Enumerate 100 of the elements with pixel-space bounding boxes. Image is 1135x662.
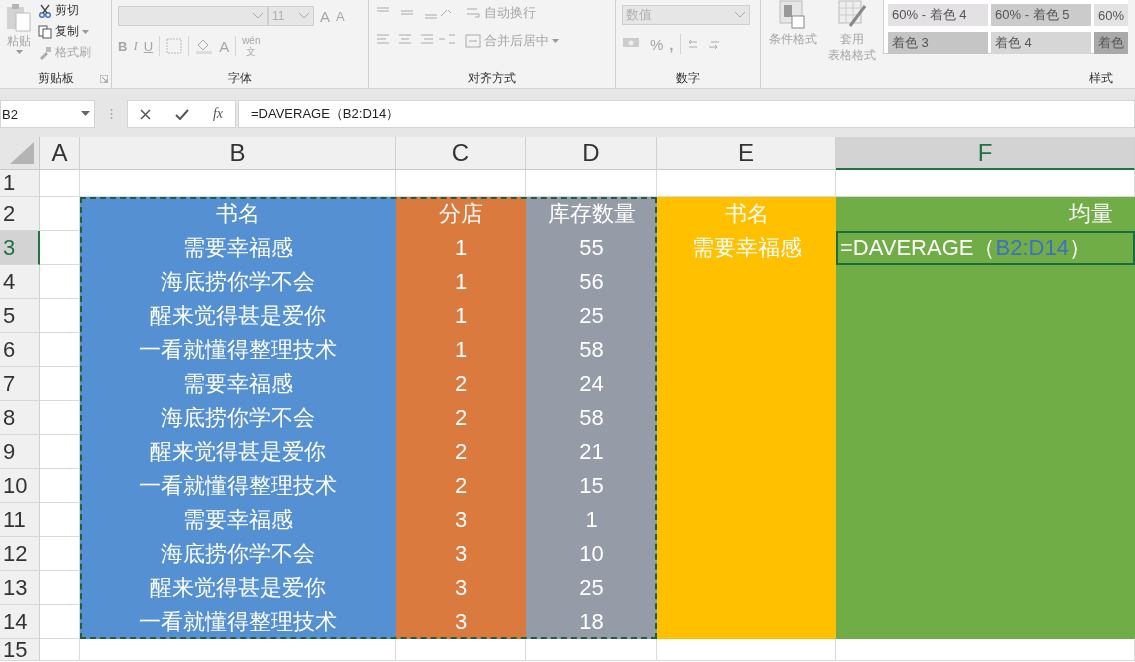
- column-header[interactable]: A: [40, 137, 80, 170]
- brush-icon: [38, 45, 52, 60]
- merge-cells-icon: [465, 34, 481, 48]
- column-header[interactable]: C: [396, 137, 526, 170]
- table-cell: 10: [526, 537, 657, 571]
- enter-icon[interactable]: [174, 108, 189, 120]
- table-cell: 1: [396, 333, 526, 367]
- column-header[interactable]: E: [657, 137, 836, 170]
- row-header[interactable]: 13: [0, 571, 40, 605]
- table-cell: 1: [396, 265, 526, 299]
- table-cell: 醒来觉得甚是爱你: [80, 299, 396, 333]
- table-cell: 一看就懂得整理技术: [80, 333, 396, 367]
- table-cell: 3: [396, 605, 526, 639]
- row-header[interactable]: 12: [0, 537, 40, 571]
- table-cell: 均量: [836, 197, 1135, 231]
- row-header[interactable]: 15: [0, 639, 40, 661]
- group-label: 数字: [675, 69, 701, 87]
- caret-icon: [81, 111, 90, 117]
- table-cell: 需要幸福感: [80, 503, 396, 537]
- group-label: 字体: [227, 69, 253, 87]
- table-cell: 1: [526, 503, 657, 537]
- table-cell: 书名: [657, 197, 836, 231]
- row-header[interactable]: 4: [0, 265, 40, 299]
- table-cell: 58: [526, 333, 657, 367]
- table-cell: 3: [396, 537, 526, 571]
- table-cell: 一看就懂得整理技术: [80, 469, 396, 503]
- group-label: 对齐方式: [467, 69, 517, 87]
- table-cell: 醒来觉得甚是爱你: [80, 435, 396, 469]
- table-cell: 2: [396, 469, 526, 503]
- row-header[interactable]: 1: [0, 170, 40, 197]
- cell-style-swatch[interactable]: 着色 3: [888, 32, 988, 54]
- name-box[interactable]: B2: [0, 100, 95, 128]
- table-cell: 一看就懂得整理技术: [80, 605, 396, 639]
- row-header[interactable]: 3: [0, 231, 40, 265]
- cell-style-swatch[interactable]: 60% - 着色 5: [991, 4, 1091, 26]
- grid-cell: [40, 639, 80, 661]
- chevron-down-icon: [298, 12, 310, 20]
- table-cell: 18: [526, 605, 657, 639]
- formula-field[interactable]: =DAVERAGE（B2:D14）: [238, 100, 1135, 128]
- table-cell: 21: [526, 435, 657, 469]
- cell-style-swatch[interactable]: 60% - 着色 4: [888, 4, 988, 26]
- row-header[interactable]: 11: [0, 503, 40, 537]
- caret-icon: [552, 39, 559, 43]
- table-cell: 需要幸福感: [80, 231, 396, 265]
- row-header[interactable]: 10: [0, 469, 40, 503]
- cell-style-swatch[interactable]: 60%: [1094, 4, 1129, 26]
- table-cell: 2: [396, 435, 526, 469]
- grid-cell: [40, 170, 80, 197]
- font-name-dropdown[interactable]: [118, 6, 268, 26]
- scissors-icon: [38, 3, 52, 18]
- fill-bucket-icon[interactable]: [195, 38, 214, 54]
- dialog-launcher-icon[interactable]: [100, 75, 108, 83]
- table-cell: 需要幸福感: [80, 367, 396, 401]
- borders-icon[interactable]: [166, 38, 183, 54]
- row-header[interactable]: 14: [0, 605, 40, 639]
- table-cell: 3: [396, 571, 526, 605]
- table-cell: 15: [526, 469, 657, 503]
- table-cell: 58: [526, 401, 657, 435]
- chevron-down-icon: [252, 12, 264, 20]
- column-header[interactable]: F: [836, 137, 1135, 170]
- table-cell: 1: [396, 231, 526, 265]
- group-label: 样式: [1088, 69, 1114, 87]
- table-cell: 分店: [396, 197, 526, 231]
- row-header[interactable]: 5: [0, 299, 40, 333]
- row-header[interactable]: 9: [0, 435, 40, 469]
- handle-icon[interactable]: [109, 108, 113, 120]
- table-cell: 2: [396, 367, 526, 401]
- row-header[interactable]: 8: [0, 401, 40, 435]
- chevron-down-icon: [734, 11, 746, 19]
- group-label: 剪贴板: [36, 69, 75, 87]
- table-cell: 海底捞你学不会: [80, 265, 396, 299]
- cell-style-swatch[interactable]: 着色 4: [991, 32, 1091, 54]
- row-header[interactable]: 7: [0, 367, 40, 401]
- row-header[interactable]: 2: [0, 197, 40, 231]
- table-cell: 2: [396, 401, 526, 435]
- copy-button[interactable]: 复制: [38, 23, 91, 40]
- table-cell: 海底捞你学不会: [80, 537, 396, 571]
- table-cell: 1: [396, 299, 526, 333]
- cancel-icon[interactable]: [139, 108, 151, 120]
- table-cell: 3: [396, 503, 526, 537]
- table-cell: 海底捞你学不会: [80, 401, 396, 435]
- align-indent-icon[interactable]: [375, 32, 455, 46]
- table-cell: 24: [526, 367, 657, 401]
- table-cell: 56: [526, 265, 657, 299]
- table-cell: 需要幸福感: [657, 231, 836, 265]
- column-header[interactable]: B: [80, 137, 396, 170]
- row-header[interactable]: 6: [0, 333, 40, 367]
- table-cell: 25: [526, 571, 657, 605]
- cell-style-swatch[interactable]: 着色: [1094, 32, 1129, 54]
- caret-icon: [15, 50, 23, 54]
- cut-button[interactable]: 剪切: [38, 2, 91, 19]
- table-cell: 醒来觉得甚是爱你: [80, 571, 396, 605]
- table-cell: 55: [526, 231, 657, 265]
- table-cell: 书名: [80, 197, 396, 231]
- copy-icon: [38, 24, 52, 39]
- table-cell: 库存数量: [526, 197, 657, 231]
- caret-icon: [82, 29, 89, 34]
- column-header[interactable]: D: [526, 137, 657, 170]
- wrap-text-icon: [465, 6, 481, 20]
- insert-function-button[interactable]: fx: [212, 106, 223, 122]
